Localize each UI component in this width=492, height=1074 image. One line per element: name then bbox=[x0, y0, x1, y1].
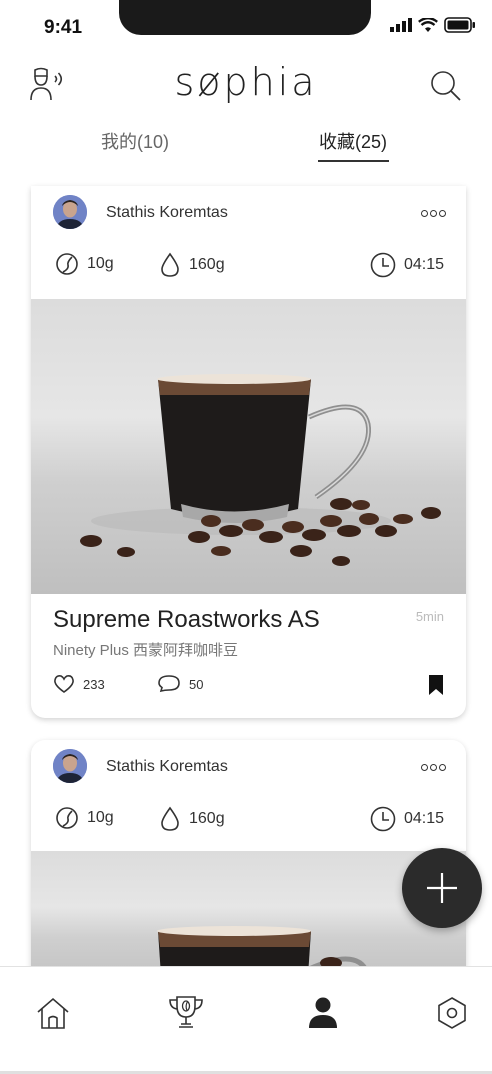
tab-favorites[interactable]: 收藏(25) bbox=[319, 128, 387, 154]
active-tab-indicator bbox=[318, 160, 389, 162]
coffee-bean-icon bbox=[56, 253, 78, 275]
recipe-card[interactable]: Stathis Koremtas 10g 160g 04:15 bbox=[31, 186, 466, 718]
nav-profile[interactable] bbox=[303, 993, 343, 1033]
coffee-photo[interactable] bbox=[31, 851, 466, 980]
water-value: 160g bbox=[189, 256, 225, 273]
recipe-card[interactable]: Stathis Koremtas 10g 160g 04:15 bbox=[31, 740, 466, 980]
beans-value: 10g bbox=[87, 255, 114, 272]
plus-icon bbox=[427, 873, 457, 903]
battery-icon bbox=[444, 17, 475, 33]
heart-icon bbox=[54, 675, 74, 693]
signal-icon bbox=[390, 18, 412, 32]
water-drop-icon bbox=[161, 806, 179, 831]
beans-stat: 10g bbox=[55, 806, 114, 830]
elapsed-time: 5min bbox=[415, 609, 444, 624]
avatar[interactable] bbox=[53, 749, 87, 783]
beans-stat: 10g bbox=[55, 252, 114, 276]
espresso-cup-illustration bbox=[157, 926, 371, 980]
profile-icon bbox=[309, 997, 337, 1028]
comment-button[interactable]: 50 bbox=[157, 674, 203, 694]
clock-icon bbox=[370, 252, 396, 278]
like-count: 233 bbox=[83, 676, 105, 692]
water-drop-icon bbox=[161, 252, 179, 277]
more-options-button[interactable] bbox=[421, 764, 446, 771]
author-name[interactable]: Stathis Koremtas bbox=[106, 204, 228, 222]
author-row: Stathis Koremtas bbox=[31, 740, 466, 796]
more-dot bbox=[421, 764, 428, 771]
avatar-portrait bbox=[53, 749, 87, 783]
brew-time-stat: 04:15 bbox=[370, 252, 444, 278]
brew-time-value: 04:15 bbox=[403, 810, 444, 827]
settings-icon bbox=[438, 997, 466, 1029]
comment-icon bbox=[158, 675, 180, 693]
tab-mine[interactable]: 我的(10) bbox=[101, 128, 169, 154]
bookmark-filled-icon bbox=[429, 675, 443, 695]
home-icon bbox=[37, 997, 69, 1029]
coffee-title[interactable]: Supreme Roastworks AS bbox=[53, 606, 320, 634]
clock-icon bbox=[370, 806, 396, 832]
beans-value: 10g bbox=[87, 809, 114, 826]
trophy-icon bbox=[169, 996, 203, 1028]
water-stat: 160g bbox=[159, 252, 225, 278]
device-notch bbox=[119, 0, 371, 35]
author-row: Stathis Koremtas bbox=[31, 186, 466, 242]
comment-count: 50 bbox=[189, 676, 204, 692]
more-dot bbox=[439, 210, 446, 217]
water-value: 160g bbox=[189, 810, 225, 827]
brew-time-value: 04:15 bbox=[403, 256, 444, 273]
brew-time-stat: 04:15 bbox=[370, 806, 444, 832]
nav-home[interactable] bbox=[33, 993, 73, 1033]
more-dot bbox=[421, 210, 428, 217]
card-actions: 233 50 bbox=[31, 674, 466, 704]
status-bar: 9:41 bbox=[0, 0, 492, 48]
bottom-nav bbox=[0, 966, 492, 1074]
more-dot bbox=[430, 210, 437, 217]
avatar[interactable] bbox=[53, 195, 87, 229]
add-recipe-button[interactable] bbox=[402, 848, 482, 928]
more-dot bbox=[439, 764, 446, 771]
brew-stats-row: 10g 160g 04:15 bbox=[31, 796, 466, 852]
nav-trophy[interactable] bbox=[166, 993, 206, 1033]
app-logo: søphia bbox=[174, 60, 318, 104]
nav-settings[interactable] bbox=[432, 993, 472, 1033]
search-icon bbox=[431, 71, 461, 101]
wifi-icon bbox=[418, 17, 438, 32]
search-button[interactable] bbox=[430, 70, 462, 102]
collection-tabs: 我的(10) 收藏(25) bbox=[0, 128, 492, 164]
coffee-photo[interactable] bbox=[31, 299, 466, 594]
coffee-subtitle: Ninety Plus 西蒙阿拜咖啡豆 bbox=[53, 642, 239, 659]
brew-stats-row: 10g 160g 04:15 bbox=[31, 242, 466, 298]
author-name[interactable]: Stathis Koremtas bbox=[106, 758, 228, 776]
app-header: søphia bbox=[0, 58, 492, 114]
like-button[interactable]: 233 bbox=[53, 674, 105, 694]
status-time: 9:41 bbox=[44, 17, 83, 38]
avatar-portrait bbox=[53, 195, 87, 229]
more-options-button[interactable] bbox=[421, 210, 446, 217]
more-dot bbox=[430, 764, 437, 771]
status-icons bbox=[390, 17, 476, 33]
coffee-bean-icon bbox=[56, 807, 78, 829]
water-stat: 160g bbox=[159, 806, 225, 832]
bookmark-button[interactable] bbox=[428, 674, 444, 701]
espresso-cup-illustration bbox=[80, 374, 441, 566]
